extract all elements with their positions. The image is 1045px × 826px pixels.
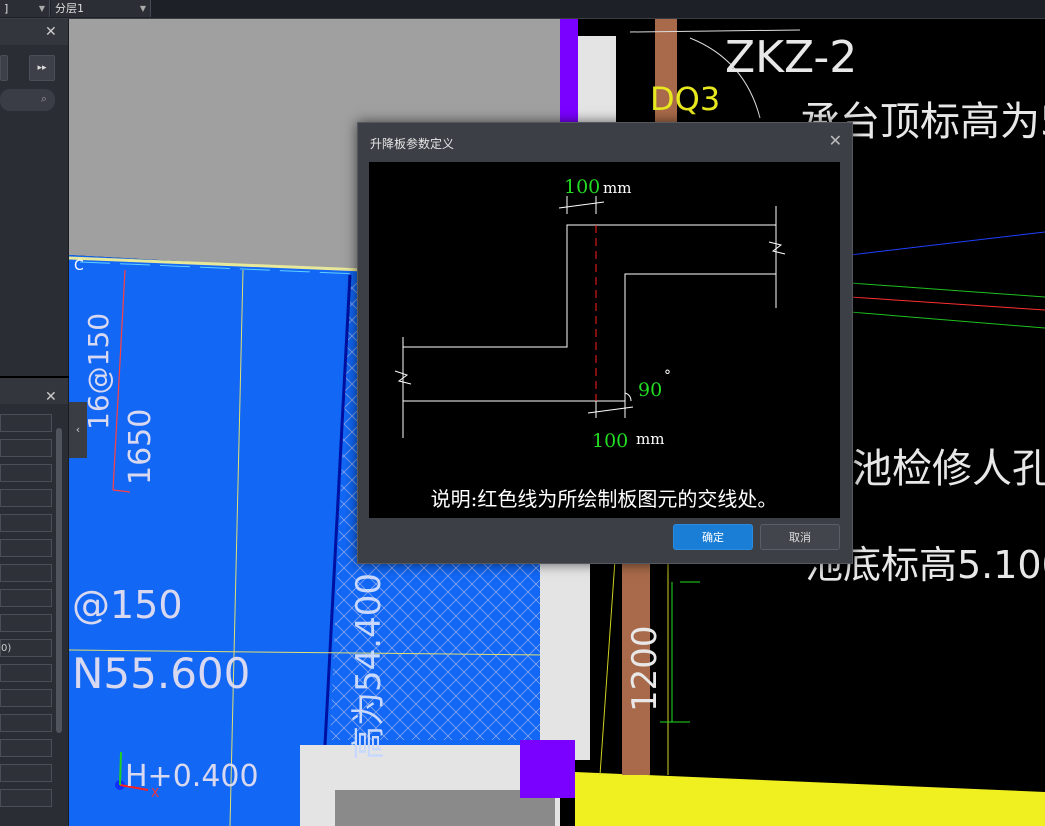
angle-unit: ° bbox=[664, 368, 671, 384]
left-lower-panel: ✕ 0) bbox=[0, 378, 69, 826]
list-item[interactable] bbox=[0, 489, 52, 507]
panel-button[interactable] bbox=[0, 55, 8, 81]
list-item[interactable] bbox=[0, 439, 52, 457]
list-item[interactable] bbox=[0, 564, 52, 582]
top-offset-unit: mm bbox=[603, 179, 631, 197]
expand-icon[interactable]: ▸▸ bbox=[29, 55, 55, 81]
axis-label-c: C bbox=[74, 258, 84, 274]
floor-selector[interactable]: ] ▼ bbox=[0, 0, 50, 17]
chevron-down-icon: ▼ bbox=[38, 4, 45, 13]
zone-title: ZKZ-2 bbox=[725, 32, 857, 83]
list-item[interactable]: 0) bbox=[0, 639, 52, 657]
bottom-offset-input[interactable]: 100 bbox=[592, 430, 628, 452]
top-toolbar: ] ▼ 分层1 ▼ bbox=[0, 0, 1045, 19]
close-icon[interactable]: ✕ bbox=[45, 390, 57, 404]
cancel-button[interactable]: 取消 bbox=[760, 524, 840, 550]
floor-selector-value: ] bbox=[4, 2, 9, 15]
collapse-panel-handle[interactable]: ‹ bbox=[69, 402, 87, 458]
list-item[interactable] bbox=[0, 764, 52, 782]
list-item[interactable] bbox=[0, 789, 52, 807]
panel-header: ✕ bbox=[0, 19, 68, 45]
layer-selector-value: 分层1 bbox=[55, 2, 84, 15]
list-item[interactable] bbox=[0, 714, 52, 732]
left-upper-panel: ✕ ▸▸ ⌕ bbox=[0, 19, 69, 376]
scrollbar[interactable] bbox=[56, 428, 62, 733]
confirm-button[interactable]: 确定 bbox=[673, 524, 753, 550]
list-item[interactable] bbox=[0, 539, 52, 557]
close-icon[interactable]: ✕ bbox=[829, 131, 842, 150]
close-icon[interactable]: ✕ bbox=[45, 25, 57, 39]
search-icon: ⌕ bbox=[40, 92, 47, 105]
chevron-down-icon: ▼ bbox=[139, 4, 146, 13]
dim-1200: 1200 bbox=[625, 625, 665, 712]
dialog-title: 升降板参数定义 bbox=[370, 137, 455, 151]
layer-selector[interactable]: 分层1 ▼ bbox=[51, 0, 151, 17]
list-item[interactable] bbox=[0, 464, 52, 482]
search-input[interactable]: ⌕ bbox=[0, 89, 55, 111]
panel-header: ✕ bbox=[0, 378, 68, 404]
elevation-vertical-text: 高为54.400 bbox=[349, 573, 389, 760]
list-item[interactable] bbox=[0, 689, 52, 707]
list-item[interactable] bbox=[0, 664, 52, 682]
rebar-text-2: @150 bbox=[72, 583, 183, 627]
axis-x-label: X bbox=[151, 786, 159, 800]
bottom-offset-unit: mm bbox=[636, 430, 664, 448]
diagram-note: 说明:红色线为所绘制板图元的交线处。 bbox=[431, 487, 778, 511]
top-offset-input[interactable]: 100 bbox=[564, 176, 600, 198]
list-item[interactable] bbox=[0, 589, 52, 607]
list-item[interactable] bbox=[0, 614, 52, 632]
elevation-text: N55.600 bbox=[72, 649, 250, 698]
manhole-text: 池检修人孔1200x bbox=[852, 446, 1045, 492]
angle-input[interactable]: 90 bbox=[638, 379, 662, 401]
wall-label: DQ3 bbox=[650, 80, 720, 118]
preview-diagram: 100 mm 90 ° 100 mm 说明:红色线为所绘制板图元的交线处。 bbox=[369, 162, 840, 518]
list-item[interactable] bbox=[0, 514, 52, 532]
red-dim-label: 1650 bbox=[123, 409, 158, 485]
list-item[interactable] bbox=[0, 739, 52, 757]
lift-slab-parameter-dialog: 升降板参数定义 ✕ 100 mm 90 ° 100 mm 说明:红色线为所绘制板… bbox=[357, 122, 853, 564]
list-item[interactable] bbox=[0, 414, 52, 432]
height-text: H+0.400 bbox=[125, 759, 259, 794]
